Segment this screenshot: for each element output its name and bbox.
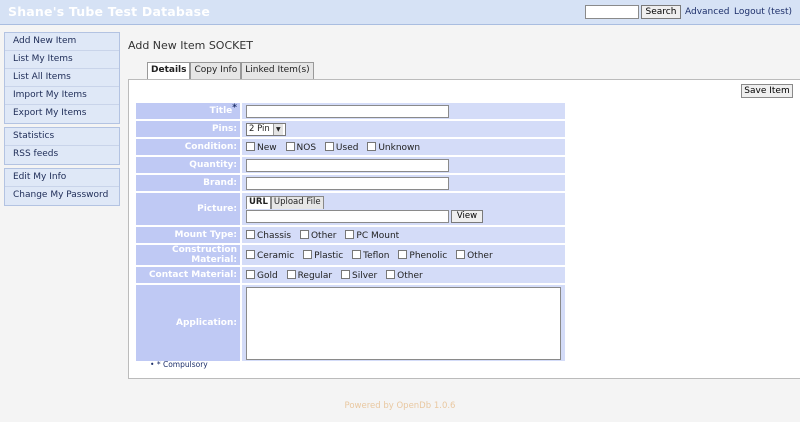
sidebar-item-add-new-item[interactable]: Add New Item: [5, 33, 119, 51]
sidebar-item-export-my-items[interactable]: Export My Items: [5, 105, 119, 123]
contact-silver-checkbox[interactable]: [340, 269, 350, 279]
construction-ceramic-label: Ceramic: [257, 250, 295, 261]
construction-plastic-label: Plastic: [314, 250, 344, 261]
form-row-construction: Construction Material: Ceramic Plastic T…: [136, 245, 565, 265]
quantity-label: Quantity:: [136, 157, 242, 173]
contact-gold-label: Gold: [257, 270, 278, 281]
contact-silver-label: Silver: [351, 270, 378, 281]
form-row-condition: Condition: New NOS Used Unknown: [136, 139, 565, 155]
tab-linked-items[interactable]: Linked Item(s): [241, 62, 314, 79]
form-row-picture: Picture: URL Upload File View: [136, 193, 565, 225]
mount-type-label: Mount Type:: [136, 227, 242, 243]
search-button[interactable]: Search: [641, 5, 681, 19]
contact-gold-checkbox[interactable]: [246, 269, 255, 279]
contact-other-checkbox[interactable]: [386, 269, 396, 279]
condition-used-checkbox[interactable]: [324, 141, 334, 151]
compulsory-note: • * Compulsory: [150, 360, 208, 369]
brand-label: Brand:: [136, 175, 242, 191]
construction-ceramic-checkbox[interactable]: [246, 249, 255, 259]
picture-source-tabs: URL Upload File: [246, 196, 565, 209]
sidebar-item-list-all-items[interactable]: List All Items: [5, 69, 119, 87]
construction-label: Construction Material:: [136, 245, 242, 265]
title-field[interactable]: [246, 104, 449, 118]
required-star-icon: •: [150, 360, 155, 369]
quantity-field[interactable]: [246, 158, 449, 172]
sidebar-group-items: Add New Item List My Items List All Item…: [4, 32, 120, 124]
form-row-mount-type: Mount Type: Chassis Other PC Mount: [136, 227, 565, 243]
form-row-brand: Brand:: [136, 175, 565, 191]
sidebar-item-import-my-items[interactable]: Import My Items: [5, 87, 119, 105]
sidebar-item-change-password[interactable]: Change My Password: [5, 187, 119, 205]
pins-label: Pins:: [136, 121, 242, 137]
powered-by-link[interactable]: Powered by OpenDb 1.0.6: [345, 401, 456, 411]
logout-link[interactable]: Logout (test): [734, 7, 792, 17]
title-label: Title: [209, 106, 233, 116]
mount-other-label: Other: [310, 230, 337, 241]
footer: Powered by OpenDb 1.0.6: [0, 401, 800, 411]
form-row-application: Application:: [136, 285, 565, 361]
condition-nos-label: NOS: [296, 142, 317, 153]
save-item-button[interactable]: Save Item: [741, 84, 793, 98]
mount-pc-mount-checkbox[interactable]: [345, 229, 355, 239]
picture-tab-upload-file[interactable]: Upload File: [270, 196, 324, 209]
pins-select-value: 2 Pin: [249, 123, 270, 134]
sidebar-group-stats: Statistics RSS feeds: [4, 127, 120, 165]
mount-chassis-checkbox[interactable]: [246, 229, 255, 239]
condition-unknown-checkbox[interactable]: [367, 141, 377, 151]
construction-other-label: Other: [467, 250, 493, 261]
condition-new-label: New: [257, 142, 277, 153]
application-textarea[interactable]: [246, 286, 561, 360]
condition-label: Condition:: [136, 139, 242, 155]
contact-label: Contact Material:: [136, 267, 242, 283]
condition-unknown-label: Unknown: [378, 142, 421, 153]
brand-field[interactable]: [246, 176, 449, 190]
mount-pc-mount-label: PC Mount: [356, 230, 400, 241]
sidebar-group-account: Edit My Info Change My Password: [4, 168, 120, 206]
sidebar-item-edit-my-info[interactable]: Edit My Info: [5, 169, 119, 187]
view-picture-button[interactable]: View: [451, 209, 483, 223]
search-input[interactable]: [585, 5, 639, 19]
contact-other-label: Other: [397, 270, 423, 281]
sidebar-item-list-my-items[interactable]: List My Items: [5, 51, 119, 69]
contact-regular-label: Regular: [297, 270, 333, 281]
construction-other-checkbox[interactable]: [456, 249, 466, 259]
condition-used-label: Used: [335, 142, 359, 153]
header-bar: Shane's Tube Test Database Search Advanc…: [0, 0, 800, 25]
item-form: Title* Pins: 2 Pin ▼ Condition: New NOS U…: [136, 101, 565, 363]
mount-chassis-label: Chassis: [257, 230, 292, 241]
advanced-search-link[interactable]: Advanced: [685, 7, 729, 17]
page-title: Add New Item SOCKET: [128, 39, 254, 52]
sidebar: Add New Item List My Items List All Item…: [4, 32, 120, 209]
app-title: Shane's Tube Test Database: [8, 4, 210, 19]
sidebar-item-statistics[interactable]: Statistics: [5, 128, 119, 146]
title-label-cell: Title*: [136, 103, 242, 119]
sidebar-item-rss-feeds[interactable]: RSS feeds: [5, 146, 119, 164]
construction-phenolic-label: Phenolic: [409, 250, 448, 261]
contact-regular-checkbox[interactable]: [286, 269, 296, 279]
picture-label: Picture:: [136, 193, 242, 225]
form-row-quantity: Quantity:: [136, 157, 565, 173]
pins-select[interactable]: 2 Pin ▼: [246, 122, 286, 136]
construction-teflon-checkbox[interactable]: [352, 249, 362, 259]
construction-teflon-label: Teflon: [363, 250, 390, 261]
form-row-contact: Contact Material: Gold Regular Silver Ot…: [136, 267, 565, 283]
form-row-pins: Pins: 2 Pin ▼: [136, 121, 565, 137]
compulsory-note-text: * Compulsory: [156, 360, 208, 369]
picture-tab-url[interactable]: URL: [246, 196, 271, 209]
chevron-down-icon[interactable]: ▼: [272, 123, 283, 135]
mount-other-checkbox[interactable]: [299, 229, 309, 239]
picture-url-field[interactable]: [246, 209, 449, 223]
construction-phenolic-checkbox[interactable]: [398, 249, 408, 259]
item-tabs: Details Copy Info Linked Item(s): [147, 62, 314, 79]
required-star-icon: *: [232, 103, 237, 113]
application-label: Application:: [136, 285, 242, 361]
construction-plastic-checkbox[interactable]: [303, 249, 313, 259]
tab-copy-info[interactable]: Copy Info: [190, 62, 242, 79]
tab-details[interactable]: Details: [147, 62, 191, 79]
form-row-title: Title*: [136, 103, 565, 119]
condition-new-checkbox[interactable]: [246, 141, 255, 151]
condition-nos-checkbox[interactable]: [285, 141, 295, 151]
